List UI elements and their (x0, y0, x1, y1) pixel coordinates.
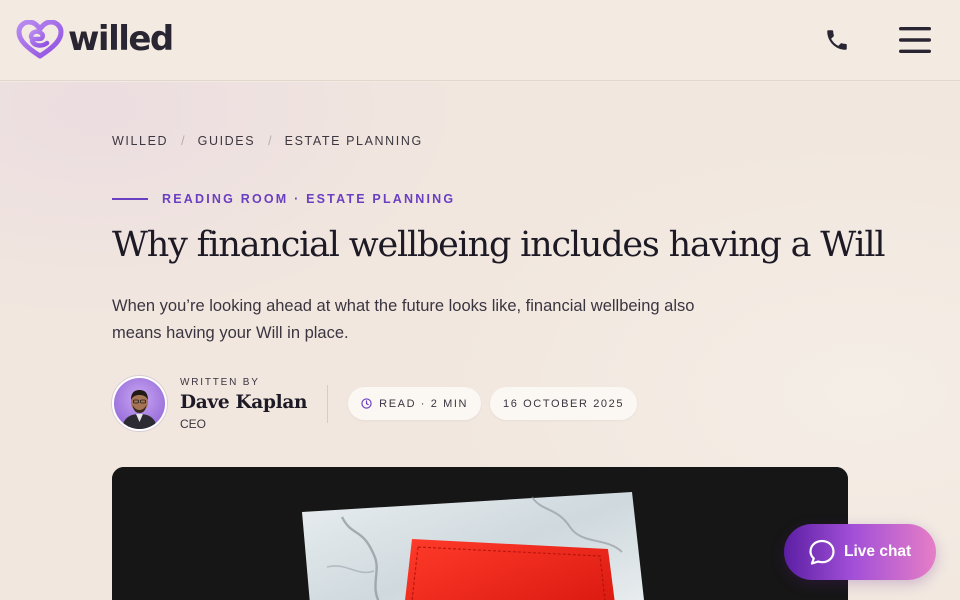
hamburger-menu-icon (899, 27, 931, 53)
author-kicker: WRITTEN BY (180, 376, 260, 388)
hero-image (112, 467, 848, 600)
breadcrumb-separator: / (268, 134, 272, 148)
header-actions (820, 23, 944, 57)
logo-link[interactable]: willed (16, 19, 174, 60)
author-role: CEO (180, 416, 207, 431)
breadcrumb-item-guides[interactable]: GUIDES (198, 134, 256, 148)
phone-button[interactable] (820, 23, 854, 57)
read-time-badge: READ · 2 MIN (348, 387, 482, 420)
byline-divider (327, 384, 329, 423)
breadcrumb: WILLED / GUIDES / ESTATE PLANNING (112, 134, 423, 148)
chat-bubble-icon (809, 539, 835, 565)
site-header: willed (0, 0, 960, 81)
live-chat-label: Live chat (844, 543, 912, 560)
avatar (112, 376, 167, 431)
phone-icon (827, 30, 847, 50)
read-time-label: READ · 2 MIN (379, 397, 469, 410)
breadcrumb-separator: / (181, 134, 185, 148)
byline: WRITTEN BY Dave Kaplan CEO READ · 2 MIN … (112, 376, 638, 431)
article-lede: When you’re looking ahead at what the fu… (112, 297, 695, 342)
article-category: READING ROOM · ESTATE PLANNING (112, 192, 455, 206)
date-badge: 16 OCTOBER 2025 (490, 387, 638, 420)
publish-date: 16 OCTOBER 2025 (503, 397, 625, 410)
breadcrumb-item-willed[interactable]: WILLED (112, 134, 168, 148)
category-label[interactable]: READING ROOM · ESTATE PLANNING (162, 192, 455, 206)
author-photo (114, 378, 165, 429)
eyebrow-line (112, 198, 148, 200)
menu-button[interactable] (898, 23, 932, 57)
breadcrumb-item-estate-planning[interactable]: ESTATE PLANNING (285, 134, 423, 148)
heart-e-icon (16, 20, 64, 59)
author-name[interactable]: Dave Kaplan (180, 392, 307, 413)
article-main: WILLED / GUIDES / ESTATE PLANNING READIN… (0, 82, 960, 600)
clock-icon (361, 398, 372, 409)
logo-wordmark: willed (68, 19, 174, 59)
live-chat-button[interactable]: Live chat (784, 524, 936, 580)
author-info: WRITTEN BY Dave Kaplan CEO (180, 377, 307, 431)
page-title: Why financial wellbeing includes having … (112, 225, 886, 265)
hero-illustration (112, 467, 848, 600)
